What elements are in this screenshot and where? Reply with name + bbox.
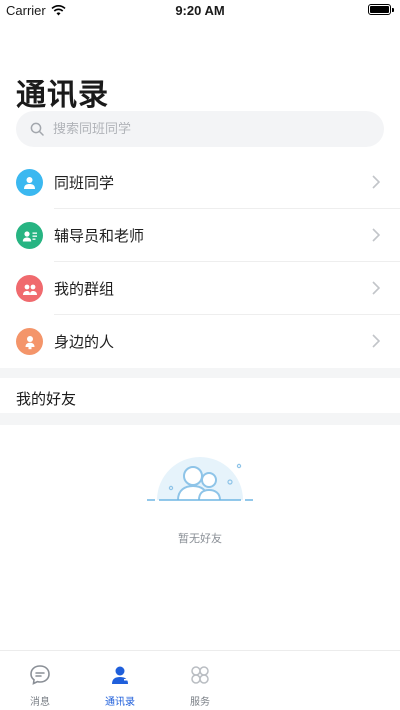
services-icon [191, 666, 209, 684]
menu-item-label: 同班同学 [54, 174, 115, 192]
page-title: 通讯录 [16, 78, 109, 113]
chevron-right-icon [372, 334, 380, 348]
tab-services[interactable]: 服务 [160, 651, 240, 710]
menu-item-classmates[interactable]: 同班同学 [0, 156, 400, 209]
menu-item-teachers[interactable]: 辅导员和老师 [0, 209, 400, 262]
location-people-icon [16, 328, 43, 355]
teacher-card-icon [16, 222, 43, 249]
status-time: 9:20 AM [175, 3, 225, 18]
friends-section-title: 我的好友 [16, 390, 77, 408]
menu-item-label: 身边的人 [54, 333, 115, 351]
tab-label: 服务 [190, 697, 210, 708]
empty-friends-illustration [147, 457, 253, 501]
search-bar[interactable] [16, 111, 384, 147]
contacts-icon [112, 666, 129, 684]
chevron-right-icon [372, 281, 380, 295]
contacts-menu: 同班同学 辅导员和老师 我的群组 身边的人 [0, 156, 400, 368]
classmates-icon [16, 169, 43, 196]
message-icon [30, 665, 50, 685]
tab-label: 通讯录 [105, 697, 135, 708]
group-icon [16, 275, 43, 302]
menu-item-my-groups[interactable]: 我的群组 [0, 262, 400, 315]
chevron-right-icon [372, 175, 380, 189]
status-bar: Carrier 9:20 AM [0, 0, 400, 22]
chevron-right-icon [372, 228, 380, 242]
search-icon [30, 122, 44, 136]
battery-icon [368, 4, 394, 15]
tab-bar: 消息 通讯录 服务 [0, 650, 400, 710]
empty-state-text: 暂无好友 [178, 532, 222, 545]
search-input[interactable] [53, 121, 343, 137]
section-divider [0, 413, 400, 425]
section-divider [0, 368, 400, 378]
tab-contacts[interactable]: 通讯录 [80, 651, 160, 710]
menu-item-label: 辅导员和老师 [54, 227, 145, 245]
tab-label: 消息 [30, 697, 50, 708]
menu-item-label: 我的群组 [54, 280, 115, 298]
menu-item-nearby-people[interactable]: 身边的人 [0, 315, 400, 368]
tab-messages[interactable]: 消息 [0, 651, 80, 710]
